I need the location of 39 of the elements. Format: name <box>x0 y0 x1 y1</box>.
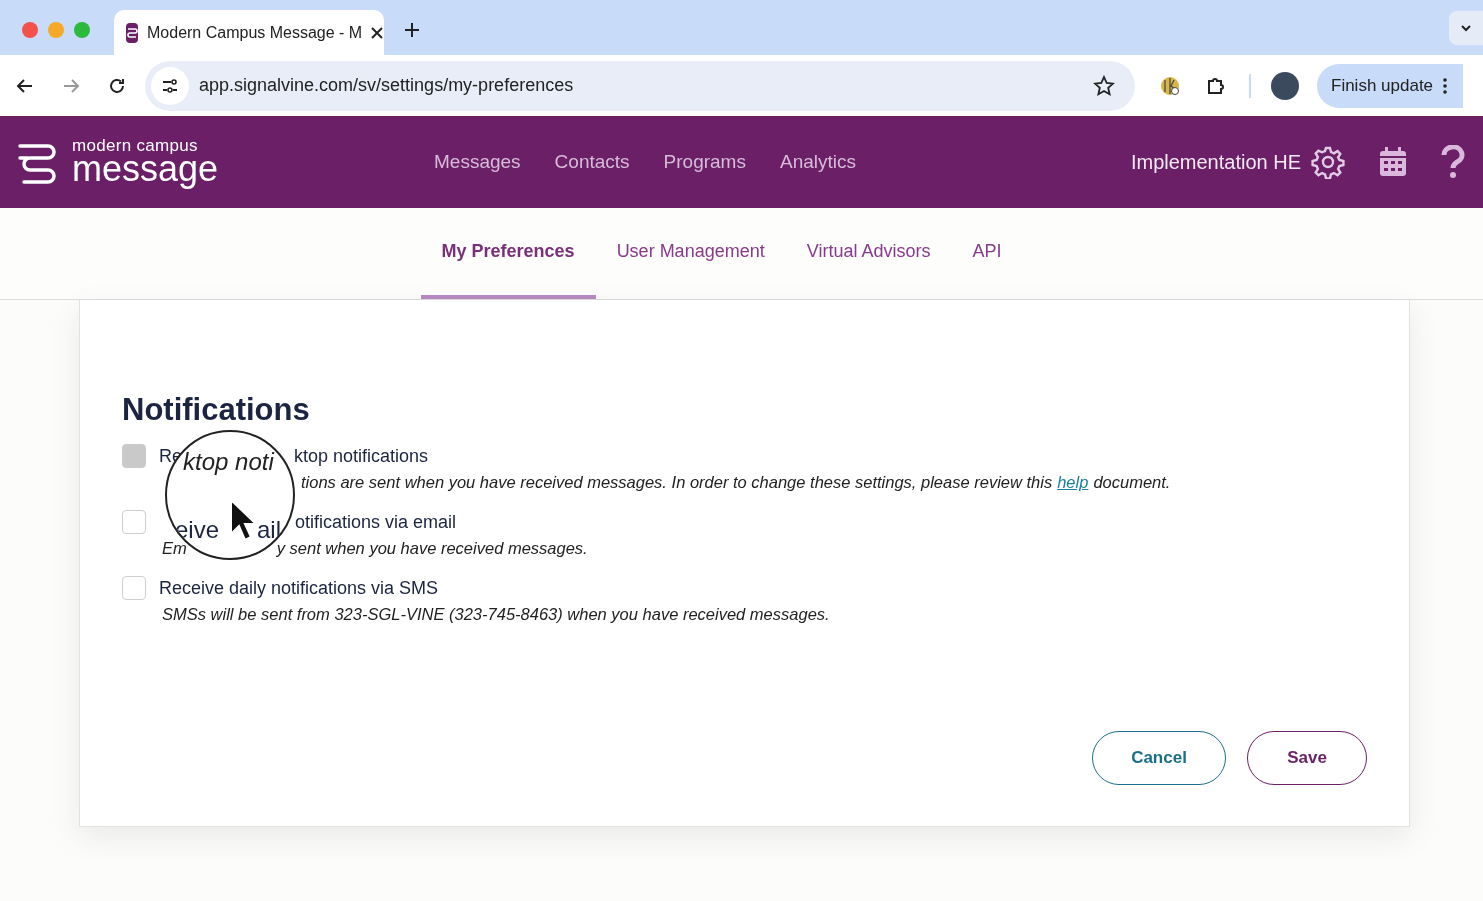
settings-icon[interactable] <box>1311 145 1345 179</box>
url-text: app.signalvine.com/sv/settings/my-preferences <box>199 75 575 96</box>
option-description: document. <box>1093 473 1171 491</box>
nav-link[interactable]: Contacts <box>554 151 630 173</box>
profile-avatar[interactable] <box>1271 71 1299 100</box>
minimize-window-dot[interactable] <box>48 21 64 38</box>
settings-tab[interactable]: User Management <box>595 208 786 299</box>
option-description: tions are sent when you have received messages. In order to change these settings, please review this <box>301 473 1053 491</box>
option-label: Receive daily notifications via SMS <box>159 578 439 598</box>
site-favicon-icon <box>126 22 138 43</box>
close-tab-icon[interactable] <box>371 26 384 39</box>
option-label: otifications via email <box>295 512 457 532</box>
close-window-dot[interactable] <box>22 21 38 38</box>
nav-link[interactable]: Messages <box>434 151 521 173</box>
checkbox[interactable] <box>122 576 146 600</box>
option-description: Em <box>162 539 187 557</box>
magnified-text: ktop noti <box>183 448 274 476</box>
bookmark-star-icon[interactable] <box>1093 74 1115 97</box>
section-heading: Notifications <box>122 392 311 428</box>
more-menu-icon[interactable] <box>1443 63 1464 108</box>
option-description: SMSs will be sent from 323-SGL-VINE (323-745-8463) when you have received messages. <box>162 605 830 623</box>
cancel-button[interactable]: Cancel <box>1092 731 1226 785</box>
maximize-window-dot[interactable] <box>74 21 90 38</box>
extension-globe-icon[interactable] <box>1159 74 1181 97</box>
calendar-icon[interactable] <box>1379 147 1407 177</box>
nav-link[interactable]: Programs <box>663 151 746 173</box>
settings-tab[interactable]: API <box>951 208 1023 299</box>
organization-name[interactable]: Implementation HE <box>1130 150 1301 174</box>
option-label: ktop notifications <box>294 446 429 466</box>
settings-tab[interactable]: Virtual Advisors <box>785 208 952 299</box>
save-button[interactable]: Save <box>1247 731 1367 785</box>
finish-update-button[interactable]: Finish update <box>1317 63 1444 108</box>
help-question-icon[interactable] <box>1441 145 1465 179</box>
address-bar[interactable]: app.signalvine.com/sv/settings/my-preferences <box>145 60 1135 111</box>
browser-tab[interactable]: Modern Campus Message - M <box>114 10 384 55</box>
site-settings-icon[interactable] <box>151 66 189 105</box>
brand-name-small: modern campus <box>72 137 199 154</box>
nav-link[interactable]: Analytics <box>779 151 856 173</box>
checkbox[interactable] <box>122 510 146 534</box>
